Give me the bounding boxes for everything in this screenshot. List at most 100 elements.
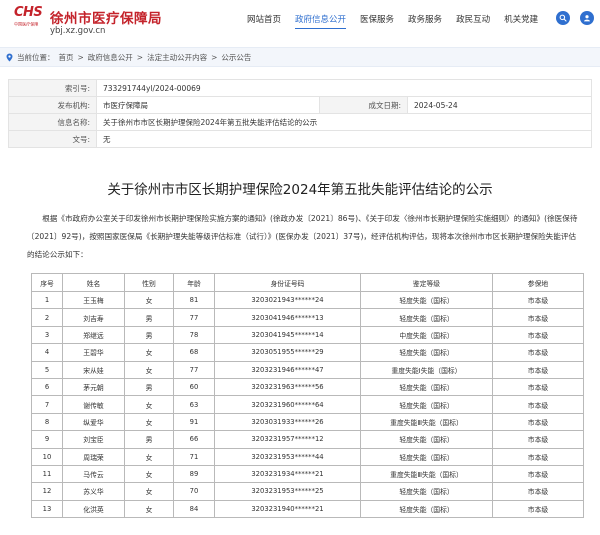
- org-label: 发布机构:: [8, 96, 97, 114]
- search-button[interactable]: [556, 11, 570, 25]
- cell-gender: 男: [124, 430, 174, 449]
- cell-level: 轻度失能（国标）: [360, 499, 493, 519]
- index-label: 索引号:: [8, 79, 97, 97]
- cell-age: 71: [173, 447, 215, 466]
- cell-age: 84: [173, 499, 215, 519]
- cell-region: 市本级: [492, 308, 584, 327]
- cell-age: 60: [173, 377, 215, 397]
- table-row: 1 王玉梅女 81 3203021943******24 轻度失能（国标） 市本级: [31, 290, 584, 310]
- breadcrumb-separator: >: [136, 52, 144, 62]
- article-paragraph: 根据《市政府办公室关于印发徐州市长期护理保险实施方案的通知》(徐政办发〔2021…: [27, 214, 578, 259]
- table-row: 13 化洪英女 84 3203231940******21 轻度失能（国标） 市本级: [31, 499, 584, 519]
- cell-name: 刘吉寿: [62, 308, 125, 327]
- cell-level: 轻度失能（国标）: [360, 430, 493, 449]
- cell-gender: 女: [124, 447, 174, 466]
- breadcrumb-prefix: 当前位置：: [17, 52, 55, 62]
- cell-id-number: 3203231953******44: [214, 447, 361, 466]
- date-label: 成文日期:: [319, 96, 408, 114]
- nav-party[interactable]: 机关党建: [504, 13, 538, 25]
- cell-seq: 4: [31, 343, 63, 362]
- cell-region: 市本级: [492, 377, 584, 397]
- cell-level: 轻度失能（国标）: [360, 343, 493, 362]
- cell-age: 63: [173, 395, 215, 414]
- col-header-age: 年龄: [173, 273, 215, 292]
- cell-gender: 女: [124, 360, 174, 379]
- breadcrumb-home[interactable]: 首页: [59, 52, 74, 63]
- table-header-row: 序号 姓名 性别 年龄 身份证号码 鉴定等级 参保地: [31, 273, 584, 292]
- cell-name: 谢传敏: [62, 395, 125, 414]
- cell-name: 郑继远: [62, 325, 125, 345]
- breadcrumb-gov-info[interactable]: 政府信息公开: [88, 52, 133, 63]
- cell-id-number: 3203231963******56: [214, 377, 361, 397]
- cell-level: 轻度失能（国标）: [360, 377, 493, 397]
- cell-seq: 11: [31, 464, 63, 484]
- col-header-name: 姓名: [62, 273, 125, 292]
- nav-home[interactable]: 网站首页: [247, 13, 281, 25]
- site-header: CHS 中国医疗保障 徐州市医疗保障局 ybj.xz.gov.cn 网站首页 政…: [0, 0, 600, 40]
- col-header-seq: 序号: [31, 273, 63, 292]
- cell-name: 刘宝臣: [62, 430, 125, 449]
- cell-level: 重度失能Ⅲ失能（国标）: [360, 412, 493, 432]
- cell-id-number: 3203041946******13: [214, 308, 361, 327]
- cell-id-number: 3203231940******21: [214, 499, 361, 519]
- cell-seq: 5: [31, 360, 63, 379]
- table-row: 2 刘吉寿男 77 3203041946******13 轻度失能（国标） 市本级: [31, 308, 584, 327]
- col-header-level: 鉴定等级: [360, 273, 493, 292]
- doc-number-label: 文号:: [8, 130, 97, 148]
- org-value: 市医疗保障局: [96, 96, 320, 114]
- nav-gov-service[interactable]: 政务服务: [408, 13, 442, 25]
- logo-subtitle: 中国医疗保障: [14, 22, 39, 28]
- cell-level: 轻度失能（国标）: [360, 395, 493, 414]
- cell-gender: 女: [124, 395, 174, 414]
- cell-age: 66: [173, 430, 215, 449]
- cell-id-number: 3203231957******12: [214, 430, 361, 449]
- doc-number-value: 无: [96, 130, 592, 148]
- cell-age: 91: [173, 412, 215, 432]
- cell-id-number: 3203231946******47: [214, 360, 361, 379]
- cell-seq: 2: [31, 308, 63, 327]
- cell-level: 重度失能Ⅲ失能（国标）: [360, 464, 493, 484]
- cell-region: 市本级: [492, 290, 584, 310]
- cell-region: 市本级: [492, 464, 584, 484]
- site-name: 徐州市医疗保障局: [50, 11, 162, 27]
- table-row: 5 宋从娃女 77 3203231946******47 重度失能Ⅰ失能（国标） 市本级: [31, 360, 584, 379]
- cell-seq: 7: [31, 395, 63, 414]
- cell-gender: 男: [124, 377, 174, 397]
- cell-id-number: 3203021943******24: [214, 290, 361, 310]
- cell-gender: 女: [124, 499, 174, 519]
- nav-gov-info[interactable]: 政府信息公开: [295, 13, 347, 29]
- date-value: 2024-05-24: [407, 96, 592, 114]
- cell-region: 市本级: [492, 360, 584, 379]
- cell-gender: 女: [124, 343, 174, 362]
- cell-age: 89: [173, 464, 215, 484]
- cell-region: 市本级: [492, 499, 584, 519]
- cell-seq: 8: [31, 412, 63, 432]
- cell-seq: 1: [31, 290, 63, 310]
- cell-age: 81: [173, 290, 215, 310]
- name-value: 关于徐州市市区长期护理保险2024年第五批失能评估结论的公示: [96, 113, 592, 131]
- cell-name: 化洪英: [62, 499, 125, 519]
- cell-region: 市本级: [492, 412, 584, 432]
- user-button[interactable]: [580, 11, 594, 25]
- nav-interaction[interactable]: 政民互动: [456, 13, 490, 25]
- cell-age: 70: [173, 482, 215, 501]
- col-header-region: 参保地: [492, 273, 584, 292]
- cell-id-number: 3203051955******29: [214, 343, 361, 362]
- cell-gender: 女: [124, 290, 174, 310]
- table-row: 12 苏义华女 70 3203231953******25 轻度失能（国标） 市本级: [31, 482, 584, 501]
- cell-gender: 女: [124, 482, 174, 501]
- search-icon: [559, 14, 567, 22]
- user-icon: [584, 15, 590, 22]
- cell-name: 茅元朝: [62, 377, 125, 397]
- breadcrumb-notice[interactable]: 公示公告: [221, 52, 251, 63]
- nav-medical-service[interactable]: 医保服务: [360, 13, 394, 25]
- cell-level: 轻度失能（国标）: [360, 308, 493, 327]
- table-body: 1 王玉梅女 81 3203021943******24 轻度失能（国标） 市本级 2 刘吉寿…: [31, 290, 584, 519]
- cell-name: 苏义华: [62, 482, 125, 501]
- main-nav: 网站首页 政府信息公开 医保服务 政务服务 政民互动 机关党建: [247, 13, 552, 29]
- cell-age: 78: [173, 325, 215, 345]
- location-pin-icon: [6, 53, 13, 61]
- cell-age: 77: [173, 360, 215, 379]
- breadcrumb-separator: >: [211, 52, 218, 62]
- breadcrumb-statutory[interactable]: 法定主动公开内容: [147, 52, 207, 63]
